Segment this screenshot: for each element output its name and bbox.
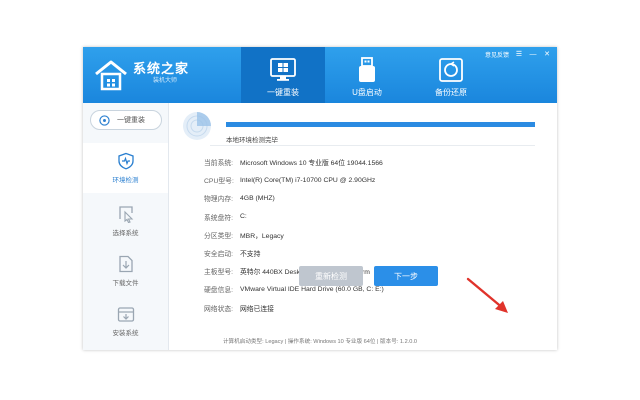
info-value: Intel(R) Core(TM) i7-10700 CPU @ 2.90GHz xyxy=(240,176,376,184)
close-icon[interactable]: ✕ xyxy=(543,51,551,59)
info-row-partition-type: 分区类型: MBR，Legacy xyxy=(204,226,534,244)
tab-label: 一键重装 xyxy=(267,88,299,97)
app-header: 系统之家 装机大师 一键重装 U盘启动 备份还原 意见反馈 ☰ — ✕ xyxy=(83,47,557,103)
info-row-system-drive: 系统盘符: C: xyxy=(204,208,534,226)
info-value: C: xyxy=(240,213,247,221)
file-download-icon xyxy=(118,255,133,273)
sidebar-reinstall-label: 一键重装 xyxy=(117,117,145,124)
menu-icon[interactable]: ☰ xyxy=(515,51,523,59)
info-value: VMware Virtual IDE Hard Drive (60.0 GB, … xyxy=(240,285,384,293)
cursor-select-icon xyxy=(118,206,133,223)
info-label: 物理内存: xyxy=(204,196,234,204)
annotation-arrow-icon xyxy=(466,277,508,313)
sidebar-item-label: 环境检测 xyxy=(112,177,139,184)
info-label: 分区类型: xyxy=(204,232,234,240)
sidebar-item-label: 选择系统 xyxy=(112,230,139,237)
windows-monitor-icon xyxy=(268,56,298,84)
status-footer: 计算机启动类型: Legacy | 操作系统: Windows 10 专业版 6… xyxy=(222,339,418,345)
brand: 系统之家 装机大师 xyxy=(133,61,189,85)
info-label: 网络状态: xyxy=(204,305,234,313)
info-value: MBR，Legacy xyxy=(240,232,284,240)
info-row-cpu: CPU型号: Intel(R) Core(TM) i7-10700 CPU @ … xyxy=(204,171,534,189)
info-label: 安全启动: xyxy=(204,251,234,259)
progress-fill xyxy=(226,122,535,127)
reinstall-disc-icon xyxy=(99,114,110,126)
info-label: CPU型号: xyxy=(204,178,234,186)
radar-scan-icon xyxy=(183,112,211,140)
one-click-reinstall-pill[interactable]: 一键重装 xyxy=(90,110,162,130)
sidebar-item-label: 下载文件 xyxy=(112,280,139,287)
sidebar-item-download-files[interactable]: 下载文件 xyxy=(83,246,168,296)
info-row-secure-boot: 安全启动: 不支持 xyxy=(204,244,534,262)
title-bar-controls: 意见反馈 ☰ — ✕ xyxy=(485,50,551,60)
sidebar-item-select-system[interactable]: 选择系统 xyxy=(83,196,168,246)
info-value: Microsoft Windows 10 专业版 64位 19044.1566 xyxy=(240,160,383,168)
app-name: 系统之家 xyxy=(133,61,190,76)
redetect-button[interactable]: 重新检测 xyxy=(299,266,363,286)
tab-label: U盘启动 xyxy=(352,88,382,97)
info-value: 4GB (MHZ) xyxy=(240,194,275,202)
backup-restore-icon xyxy=(436,56,466,84)
sidebar-item-label: 安装系统 xyxy=(112,330,139,337)
info-label: 主板型号: xyxy=(204,269,234,277)
info-label: 硬盘信息: xyxy=(204,287,234,295)
info-row-memory: 物理内存: 4GB (MHZ) xyxy=(204,189,534,207)
tab-label: 备份还原 xyxy=(435,88,467,97)
install-tray-icon xyxy=(117,307,134,322)
info-label: 系统盘符: xyxy=(204,214,234,222)
tab-backup-restore[interactable]: 备份还原 xyxy=(409,47,493,103)
house-logo-icon xyxy=(95,60,127,91)
next-step-button[interactable]: 下一步 xyxy=(374,266,438,286)
tab-one-click-reinstall[interactable]: 一键重装 xyxy=(241,47,325,103)
tab-usb-boot[interactable]: U盘启动 xyxy=(325,47,409,103)
usb-drive-icon xyxy=(352,56,382,84)
minimize-icon[interactable]: — xyxy=(529,51,537,59)
main-tabs: 一键重装 U盘启动 备份还原 xyxy=(241,47,493,103)
detection-progress-bar xyxy=(226,122,535,127)
info-value: 不支持 xyxy=(240,251,261,259)
divider xyxy=(210,145,535,146)
info-label: 当前系统: xyxy=(204,160,234,168)
sidebar-item-environment-check[interactable]: 环境检测 xyxy=(83,143,168,193)
shield-heart-icon xyxy=(117,152,134,170)
sidebar: 一键重装 环境检测 选择系统 下载文件 安装系统 xyxy=(83,103,169,350)
app-subtitle: 装机大师 xyxy=(153,78,178,84)
detection-status-text: 本地环境检测完毕 xyxy=(226,137,278,144)
feedback-link[interactable]: 意见反馈 xyxy=(485,50,509,59)
info-row-current-system: 当前系统: Microsoft Windows 10 专业版 64位 19044… xyxy=(204,153,534,171)
info-value: 网络已连接 xyxy=(240,305,274,313)
